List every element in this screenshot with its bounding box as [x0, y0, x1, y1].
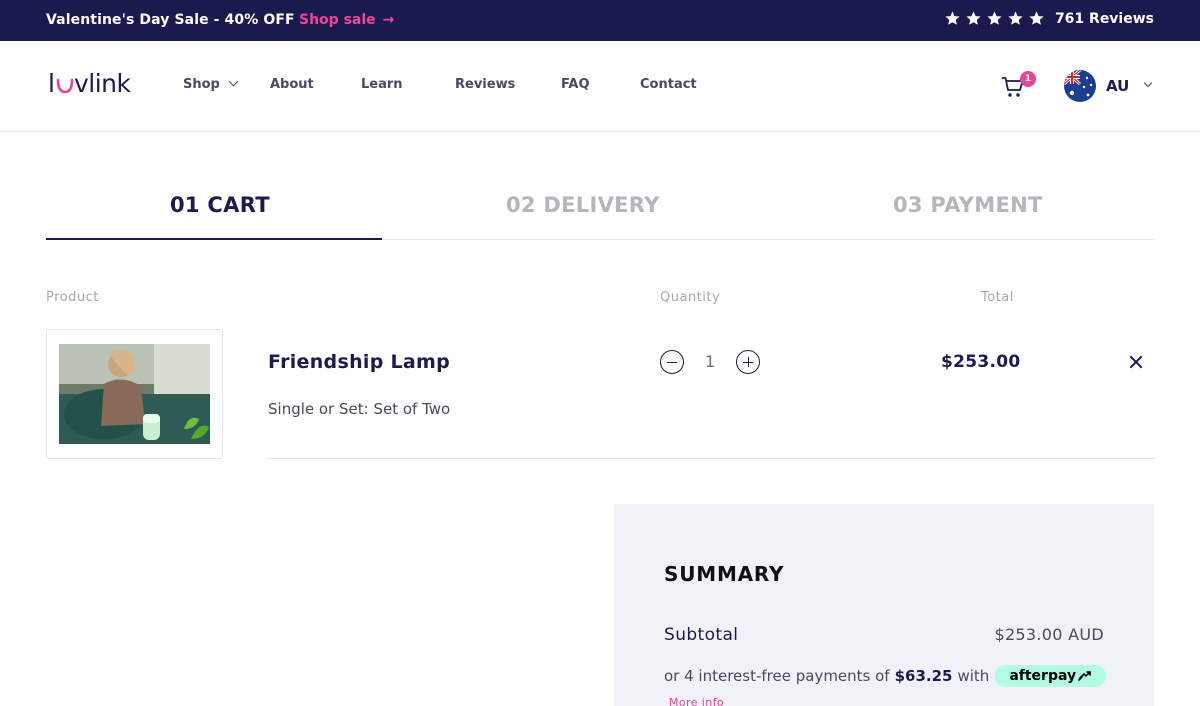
chevron-down-icon: [228, 76, 239, 87]
product-thumbnail[interactable]: [46, 329, 223, 459]
rating[interactable]: 761 Reviews: [944, 10, 1154, 27]
star-icon: [987, 11, 1002, 25]
checkout-steps: 01 CART 02 DELIVERY 03 PAYMENT: [46, 190, 1154, 240]
decrease-quantity-button[interactable]: [660, 350, 684, 374]
remove-item-icon[interactable]: [1127, 353, 1145, 371]
star-icon: [945, 11, 960, 25]
afterpay-prefix: or 4 interest-free payments of: [664, 667, 890, 685]
nav-reviews[interactable]: Reviews: [455, 77, 561, 92]
arrow-right-icon: →: [382, 12, 395, 28]
afterpay-amount: $63.25: [894, 667, 953, 685]
step-delivery[interactable]: 02 DELIVERY: [506, 193, 660, 217]
logo[interactable]: l vlink: [48, 69, 140, 103]
luvlink-logo: l vlink: [48, 69, 132, 98]
step-cart[interactable]: 01 CART: [170, 193, 270, 217]
product-image: [59, 344, 210, 444]
country-selector-label[interactable]: AU: [1106, 77, 1129, 95]
header-total: Total: [981, 290, 1014, 305]
row-divider: [268, 458, 1155, 459]
order-summary: SUMMARY Subtotal $253.00 AUD or 4 intere…: [614, 504, 1154, 706]
nav-learn[interactable]: Learn: [361, 77, 449, 92]
nav-shop-label: Shop: [183, 77, 220, 92]
nav-faq[interactable]: FAQ: [561, 77, 640, 92]
active-step-indicator: [46, 238, 382, 240]
promo-text: Valentine's Day Sale - 40% OFF: [46, 12, 295, 28]
site-header: l vlink Shop About Learn Reviews FAQ Con…: [0, 41, 1200, 132]
product-variant: Single or Set: Set of Two: [268, 400, 451, 418]
increase-quantity-button[interactable]: [736, 350, 760, 374]
summary-title: SUMMARY: [664, 562, 785, 586]
afterpay-more-info-link[interactable]: More info: [669, 696, 724, 706]
star-icon: [1008, 11, 1023, 25]
svg-text:vlink: vlink: [74, 70, 132, 98]
cart-count-badge: 1: [1020, 71, 1036, 87]
step-payment[interactable]: 03 PAYMENT: [893, 193, 1043, 217]
shop-sale-label: Shop sale: [299, 12, 376, 28]
header-product: Product: [46, 290, 99, 305]
afterpay-loop-icon: [1078, 671, 1091, 681]
product-name[interactable]: Friendship Lamp: [268, 351, 450, 373]
nav-shop[interactable]: Shop: [183, 76, 270, 92]
quantity-value[interactable]: 1: [705, 352, 715, 371]
promo-bar: Valentine's Day Sale - 40% OFF Shop sale…: [0, 0, 1200, 41]
header-quantity: Quantity: [660, 290, 721, 305]
afterpay-with: with: [957, 667, 990, 685]
star-icon: [966, 11, 981, 25]
line-total: $253.00: [941, 352, 1021, 372]
star-icon: [1029, 11, 1044, 25]
subtotal-value: $253.00 AUD: [994, 625, 1104, 644]
svg-text:l: l: [48, 70, 54, 98]
subtotal-label: Subtotal: [664, 625, 739, 645]
australia-flag-icon[interactable]: [1064, 70, 1096, 102]
afterpay-brand: afterpay: [1009, 668, 1077, 684]
afterpay-logo: afterpay: [995, 665, 1107, 687]
reviews-count: 761 Reviews: [1054, 10, 1154, 27]
main-nav: Shop About Learn Reviews FAQ Contact: [183, 76, 697, 92]
chevron-down-icon[interactable]: [1143, 78, 1153, 88]
nav-about[interactable]: About: [270, 77, 361, 92]
shop-sale-link[interactable]: Shop sale →: [299, 12, 394, 28]
afterpay-message: or 4 interest-free payments of $63.25 wi…: [664, 665, 1107, 687]
nav-contact[interactable]: Contact: [640, 77, 697, 92]
